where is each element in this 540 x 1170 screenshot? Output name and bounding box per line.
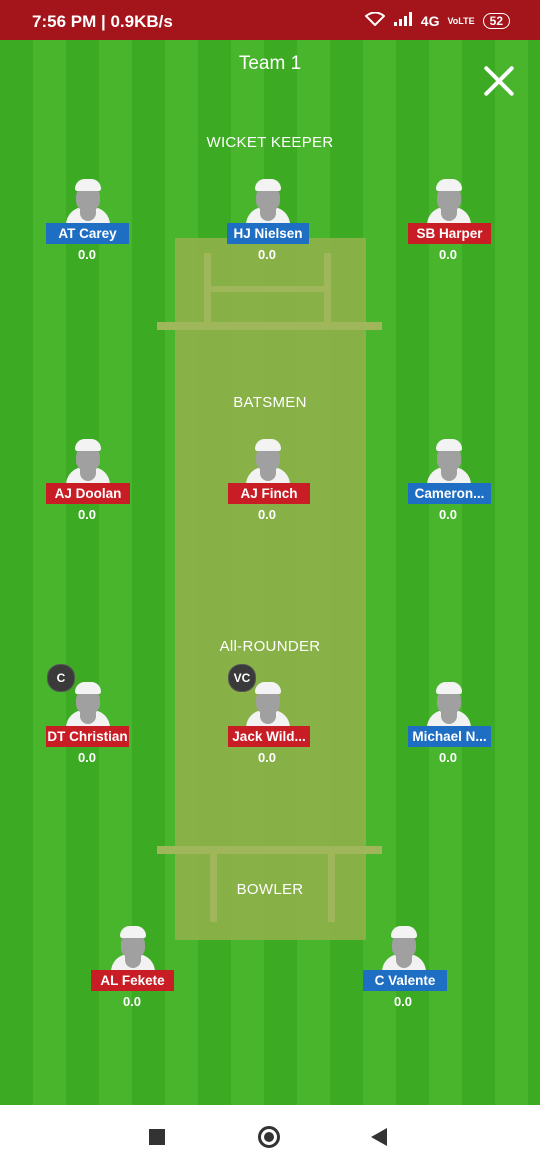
- section-bowler: BOWLER: [236, 881, 304, 898]
- player-avatar-icon: [246, 682, 290, 728]
- player-points: 0.0: [77, 247, 97, 262]
- player-avatar-icon: [66, 682, 110, 728]
- pitch: [175, 238, 366, 940]
- player-avatar-icon: [66, 179, 110, 225]
- player-points: 0.0: [122, 994, 142, 1009]
- player-points: 0.0: [393, 994, 413, 1009]
- player-name: AL Fekete: [91, 970, 174, 991]
- player-avatar-icon: [427, 179, 471, 225]
- close-icon[interactable]: [482, 64, 516, 98]
- section-wicket-keeper: WICKET KEEPER: [206, 134, 334, 151]
- player-name: AJ Doolan: [46, 483, 130, 504]
- player-name: C Valente: [363, 970, 447, 991]
- player-points: 0.0: [77, 507, 97, 522]
- player-points: 0.0: [257, 750, 277, 765]
- system-nav-bar: [0, 1105, 540, 1170]
- status-indicators: 4G VoLTE 52: [364, 11, 510, 29]
- crease-top-inner: [205, 286, 331, 292]
- player-name: AT Carey: [46, 223, 129, 244]
- player-avatar-icon: [427, 439, 471, 485]
- cricket-field: Team 1 WICKET KEEPER BATSMEN All-ROUNDER…: [0, 40, 540, 1105]
- status-bar: 7:56 PM | 0.9KB/s 4G VoLTE 52: [0, 0, 540, 40]
- player-avatar-icon: [66, 439, 110, 485]
- player-name: DT Christian: [46, 726, 129, 747]
- section-batsmen: BATSMEN: [233, 394, 307, 411]
- player-points: 0.0: [257, 507, 277, 522]
- player-avatar-icon: [246, 179, 290, 225]
- player-avatar-icon: [246, 439, 290, 485]
- circle-icon[interactable]: [258, 1126, 280, 1148]
- triangle-back-icon[interactable]: [371, 1128, 387, 1146]
- volte-indicator: VoLTE: [447, 15, 475, 26]
- player-name: HJ Nielsen: [227, 223, 309, 244]
- wifi-icon: [364, 11, 386, 29]
- player-points: 0.0: [438, 750, 458, 765]
- vice-captain-badge: VC: [228, 664, 256, 692]
- team-title: Team 1: [238, 53, 302, 74]
- player-points: 0.0: [438, 247, 458, 262]
- player-points: 0.0: [438, 507, 458, 522]
- player-name: Jack Wild...: [228, 726, 310, 747]
- network-type: 4G: [420, 12, 440, 29]
- player-name: AJ Finch: [228, 483, 310, 504]
- battery-indicator: 52: [482, 12, 510, 29]
- player-avatar-icon: [382, 926, 426, 972]
- player-name: SB Harper: [408, 223, 491, 244]
- player-avatar-icon: [111, 926, 155, 972]
- player-name: Cameron...: [408, 483, 491, 504]
- crease-bottom: [157, 846, 382, 854]
- player-name: Michael N...: [408, 726, 491, 747]
- crease-top-left: [204, 253, 211, 323]
- status-time-speed: 7:56 PM | 0.9KB/s: [32, 12, 173, 31]
- crease-top: [157, 322, 382, 330]
- player-points: 0.0: [77, 750, 97, 765]
- square-icon[interactable]: [149, 1129, 165, 1145]
- player-points: 0.0: [257, 247, 277, 262]
- section-all-rounder: All-ROUNDER: [219, 638, 321, 655]
- signal-icon: [393, 12, 413, 29]
- crease-top-right: [324, 253, 331, 323]
- captain-badge: C: [47, 664, 75, 692]
- player-avatar-icon: [427, 682, 471, 728]
